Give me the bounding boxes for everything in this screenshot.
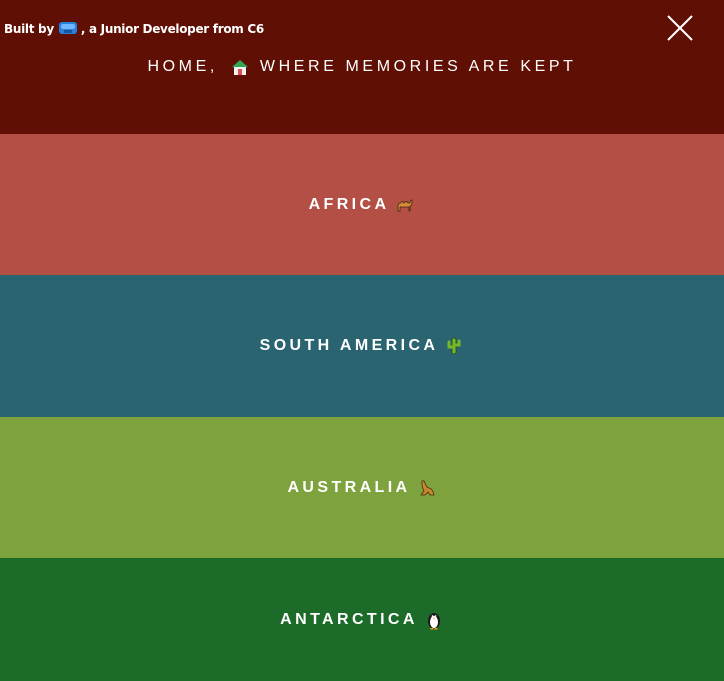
continent-link-australia[interactable]: AUSTRALIA [0,417,724,558]
header: Built by , a Junior Developer from C6 HO… [0,0,724,134]
close-button[interactable] [666,14,694,42]
title-prefix: HOME, [147,58,218,75]
penguin-icon [424,610,444,630]
continent-link-africa[interactable]: AFRICA [0,134,724,275]
continent-link-antarctica[interactable]: ANTARCTICA [0,558,724,681]
credit-suffix: , a Junior Developer from C6 [80,21,264,36]
camel-icon [395,195,415,215]
credit-prefix: Built by [4,21,54,36]
kangaroo-icon [417,478,437,498]
continent-label: ANTARCTICA [280,610,418,628]
developer-badge-icon [58,21,78,36]
continent-label: AUSTRALIA [287,478,411,496]
cactus-icon [444,336,464,356]
page-title: HOME, WHERE MEMORIES ARE KEPT [0,58,724,76]
title-suffix: WHERE MEMORIES ARE KEPT [259,58,577,75]
continent-label: AFRICA [308,195,390,213]
credit-line: Built by , a Junior Developer from C6 [4,21,264,36]
close-icon [667,15,693,41]
continent-link-south-america[interactable]: SOUTH AMERICA [0,275,724,417]
continent-label: SOUTH AMERICA [259,337,439,354]
menu-overlay: Built by , a Junior Developer from C6 HO… [0,0,724,681]
house-icon [230,58,250,76]
